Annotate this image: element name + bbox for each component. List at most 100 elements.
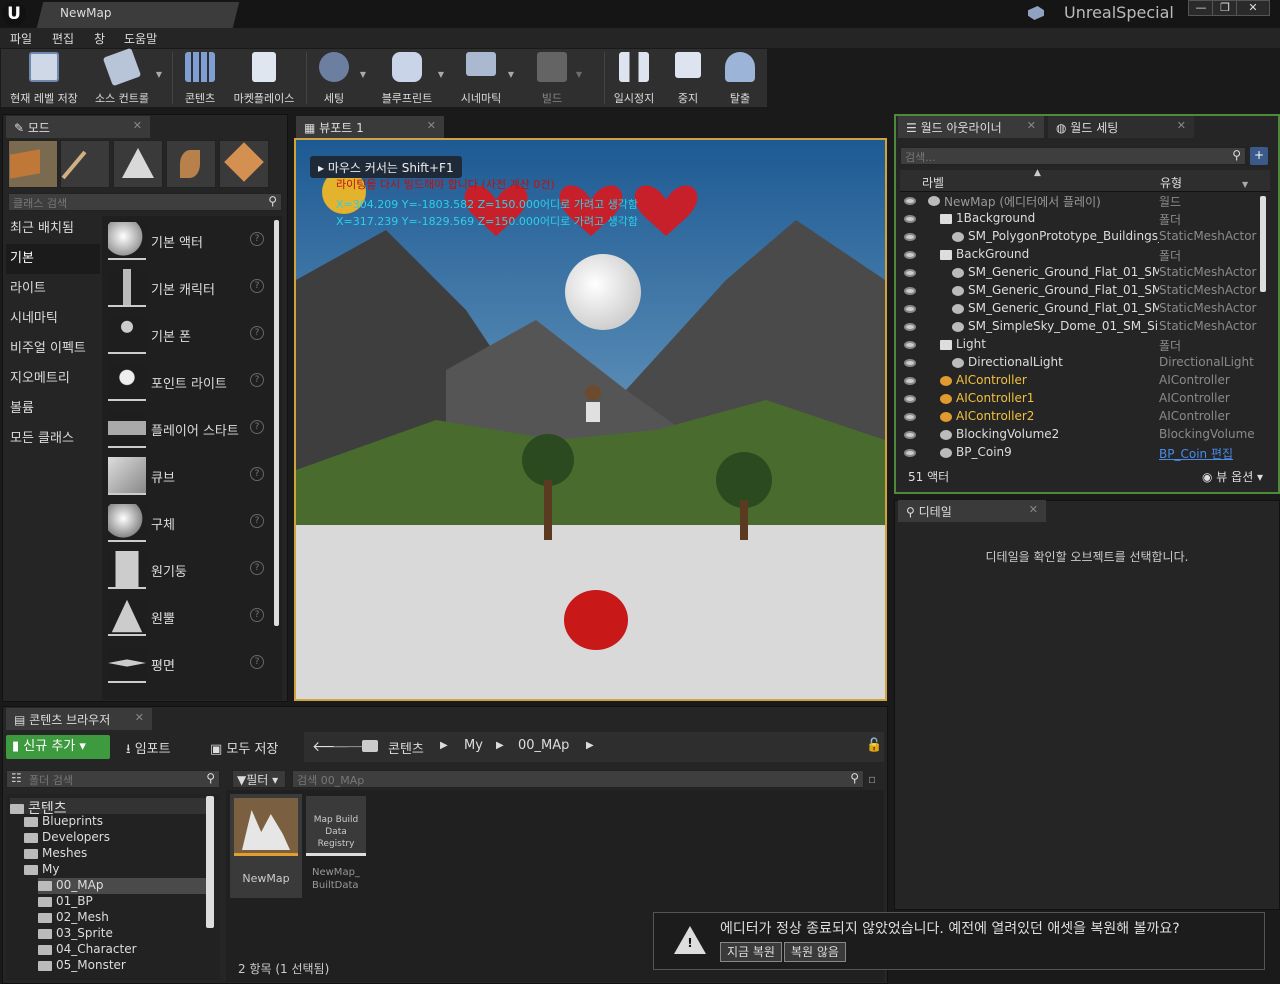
help-icon[interactable]: ? (250, 232, 264, 246)
folder-tree-item[interactable]: Meshes (24, 846, 206, 862)
outliner-row[interactable]: SM_Generic_Ground_Flat_01_SM_ StaticMeshA… (900, 301, 1270, 319)
content-button[interactable]: 콘텐츠 (178, 50, 222, 106)
pause-button[interactable]: 일시정지 (614, 50, 654, 106)
category-all-classes[interactable]: 모든 클래스 (6, 424, 100, 454)
eye-icon[interactable] (904, 359, 916, 367)
column-type[interactable]: 유형 (1160, 174, 1182, 191)
actor-player-start[interactable]: 플레이어 스타트? (104, 406, 270, 453)
category-lights[interactable]: 라이트 (6, 274, 100, 304)
outliner-row[interactable]: SM_SimpleSky_Dome_01_SM_Sim StaticMeshAct… (900, 319, 1270, 337)
blueprint-button[interactable]: 블루프린트 ▼ (380, 50, 444, 106)
outliner-row[interactable]: BackGround 폴더 (900, 247, 1270, 265)
help-icon[interactable]: ? (250, 373, 264, 387)
menu-window[interactable]: 창 (94, 30, 105, 47)
category-basic[interactable]: 기본 (6, 244, 100, 274)
close-icon[interactable]: ✕ (1027, 119, 1036, 132)
outliner-row[interactable]: SM_Generic_Ground_Flat_01_SM_ StaticMeshA… (900, 265, 1270, 283)
tab-modes[interactable]: ✎ 모드 ✕ (6, 116, 150, 138)
folder-search-input[interactable]: 폴더 검색 ☷ ⚲ (6, 770, 220, 788)
folder-tree-item[interactable]: 04_Character (38, 942, 206, 958)
help-icon[interactable]: ? (250, 608, 264, 622)
tab-world-settings[interactable]: ◍ 월드 세팅 ✕ (1048, 116, 1194, 138)
outliner-row[interactable]: Light 폴더 (900, 337, 1270, 355)
eye-icon[interactable] (904, 395, 916, 403)
close-icon[interactable]: ✕ (427, 119, 436, 132)
stop-button[interactable]: 중지 (668, 50, 708, 106)
save-search-icon[interactable]: ▫ (868, 772, 876, 786)
source-control-button[interactable]: 소스 컨트롤 ▼ (92, 47, 162, 106)
close-window-button[interactable]: ✕ (1236, 0, 1270, 16)
settings-button[interactable]: 세팅 ▼ (312, 50, 366, 106)
cinematics-button[interactable]: 시네마틱 ▼ (458, 50, 514, 106)
add-filter-icon[interactable]: + (1250, 147, 1268, 165)
actor-cube[interactable]: 큐브? (104, 453, 270, 500)
eye-icon[interactable] (904, 287, 916, 295)
view-options-button[interactable]: ◉ 뷰 옵션 ▾ (1202, 468, 1263, 485)
tab-world-outliner[interactable]: ☰ 월드 아웃라이너 ✕ (898, 116, 1044, 138)
actor-sphere[interactable]: 구체? (104, 500, 270, 547)
breadcrumb-00-map[interactable]: 00_MAp (518, 738, 569, 753)
folder-tree-item[interactable]: Developers (24, 830, 206, 846)
outliner-search-input[interactable]: 검색... ⚲ (900, 147, 1246, 165)
tab-viewport[interactable]: ▦ 뷰포트 1 ✕ (296, 116, 444, 138)
eye-icon[interactable] (904, 215, 916, 223)
breadcrumb-my[interactable]: My (464, 738, 483, 753)
outliner-row[interactable]: BlockingVolume2 BlockingVolume (900, 427, 1270, 445)
folder-tree-scrollbar[interactable] (206, 796, 214, 928)
help-icon[interactable]: ? (250, 326, 264, 340)
close-icon[interactable]: ✕ (1029, 503, 1038, 516)
outliner-row[interactable]: SM_PolygonPrototype_Buildings_ StaticMesh… (900, 229, 1270, 247)
outliner-row[interactable]: BP_Coin9 BP_Coin 편집 (900, 445, 1270, 463)
outliner-row[interactable]: 1Background 폴더 (900, 211, 1270, 229)
folder-tree-item[interactable]: 05_Monster (38, 958, 206, 974)
breadcrumb-content[interactable]: 콘텐츠 (388, 738, 424, 757)
actor-empty-actor[interactable]: 기본 액터? (104, 218, 270, 265)
filter-button[interactable]: ▼필터 ▾ (232, 770, 286, 788)
level-viewport[interactable]: ▸ 마우스 커서는 Shift+F1 라이팅을 다시 빌드해야 합니다 (사전 … (294, 138, 887, 701)
import-button[interactable]: ⭳ 임포트 (126, 738, 171, 762)
eject-button[interactable]: 탈출 (720, 50, 760, 106)
actor-point-light[interactable]: 포인트 라이트? (104, 359, 270, 406)
eye-icon[interactable] (904, 449, 916, 457)
category-cinematic[interactable]: 시네마틱 (6, 304, 100, 334)
folder-tree-item[interactable]: Blueprints (24, 814, 206, 830)
build-button[interactable]: 빌드 ▼ (532, 50, 582, 106)
help-icon[interactable]: ? (250, 561, 264, 575)
eye-icon[interactable] (904, 233, 916, 241)
save-all-button[interactable]: ▣ 모두 저장 (210, 738, 278, 757)
menu-edit[interactable]: 편집 (52, 30, 74, 47)
category-volumes[interactable]: 볼륨 (6, 394, 100, 424)
outliner-row[interactable]: NewMap (에디터에서 플레이) 월드 (900, 193, 1270, 211)
outliner-row[interactable]: SM_Generic_Ground_Flat_01_SM_ StaticMeshA… (900, 283, 1270, 301)
help-icon[interactable]: ? (250, 279, 264, 293)
help-icon[interactable]: ? (250, 655, 264, 669)
class-search-input[interactable]: 클래스 검색 ⚲ (8, 193, 282, 211)
actor-pawn[interactable]: 기본 폰? (104, 312, 270, 359)
paint-mode-button[interactable] (60, 140, 110, 188)
outliner-scrollbar[interactable] (1260, 196, 1266, 292)
lock-icon[interactable]: 🔓 (866, 738, 882, 753)
asset-search-input[interactable]: 검색 00_MAp ⚲ (292, 770, 864, 788)
tab-content-browser[interactable]: ▤ 콘텐츠 브라우저 ✕ (6, 708, 152, 730)
folder-tree-item[interactable]: 02_Mesh (38, 910, 206, 926)
outliner-row[interactable]: DirectionalLight DirectionalLight (900, 355, 1270, 373)
category-geometry[interactable]: 지오메트리 (6, 364, 100, 394)
outliner-row[interactable]: AIController AIController (900, 373, 1270, 391)
eye-icon[interactable] (904, 197, 916, 205)
folder-tree-item[interactable]: 03_Sprite (38, 926, 206, 942)
category-visual-effects[interactable]: 비주얼 이펙트 (6, 334, 100, 364)
actor-cylinder[interactable]: 원기둥? (104, 547, 270, 594)
outliner-row[interactable]: AIController2 AIController (900, 409, 1270, 427)
column-label[interactable]: 라벨 (922, 174, 944, 191)
help-icon[interactable]: ? (250, 467, 264, 481)
tab-details[interactable]: ⚲ 디테일 ✕ (898, 500, 1046, 522)
help-icon[interactable]: ? (250, 514, 264, 528)
actor-character[interactable]: 기본 캐릭터? (104, 265, 270, 312)
menu-help[interactable]: 도움말 (124, 30, 157, 47)
minimize-button[interactable]: — (1188, 0, 1214, 16)
actor-plane[interactable]: 평면? (104, 641, 270, 688)
eye-icon[interactable] (904, 251, 916, 259)
eye-icon[interactable] (904, 305, 916, 313)
eye-icon[interactable] (904, 413, 916, 421)
folder-tree-item[interactable]: My (24, 862, 206, 878)
